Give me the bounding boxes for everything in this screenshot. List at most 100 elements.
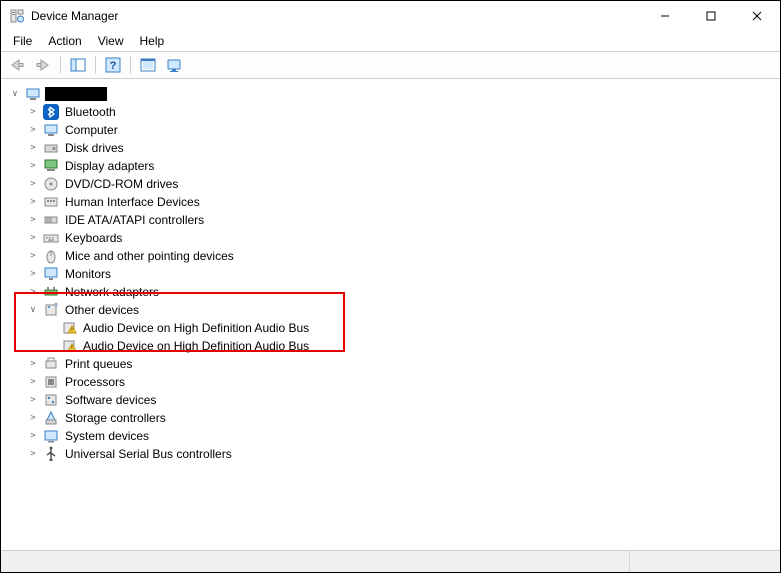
device-tree-panel: ∨ > Bluetooth > Computer > Disk drives > Displa…: [1, 79, 780, 550]
tree-root[interactable]: ∨: [9, 85, 778, 103]
menu-view[interactable]: View: [90, 32, 132, 50]
chevron-right-icon[interactable]: >: [27, 107, 39, 117]
category-label: Storage controllers: [63, 411, 166, 425]
menu-help[interactable]: Help: [132, 32, 173, 50]
tree-category[interactable]: >DVD/CD-ROM drives: [27, 175, 778, 193]
tree-category[interactable]: > System devices: [27, 427, 778, 445]
category-label: Human Interface Devices: [63, 195, 200, 209]
computer-icon: [25, 86, 41, 102]
close-button[interactable]: [734, 1, 780, 31]
category-icon: [43, 266, 59, 282]
scan-hardware-button[interactable]: [136, 54, 160, 76]
category-label: Network adapters: [63, 285, 159, 299]
category-icon: [43, 104, 59, 120]
tree-category[interactable]: ∨Other devices: [27, 301, 778, 319]
app-icon: [9, 8, 25, 24]
category-label: Bluetooth: [63, 105, 116, 119]
category-icon: [43, 428, 59, 444]
category-icon: [43, 176, 59, 192]
chevron-down-icon[interactable]: ∨: [27, 305, 39, 315]
toolbar-separator: [60, 56, 61, 74]
properties-button[interactable]: [162, 54, 186, 76]
tree-category[interactable]: > Disk drives: [27, 139, 778, 157]
tree-category[interactable]: > Monitors: [27, 265, 778, 283]
toolbar-separator: [130, 56, 131, 74]
tree-category[interactable]: > Bluetooth: [27, 103, 778, 121]
tree-category[interactable]: >Software devices: [27, 391, 778, 409]
chevron-right-icon[interactable]: >: [27, 287, 39, 297]
tree-category[interactable]: >IDE ATA/ATAPI controllers: [27, 211, 778, 229]
chevron-right-icon[interactable]: >: [27, 431, 39, 441]
category-label: Computer: [63, 123, 118, 137]
category-label: Monitors: [63, 267, 111, 281]
menu-file[interactable]: File: [5, 32, 40, 50]
chevron-right-icon[interactable]: >: [27, 143, 39, 153]
menu-action[interactable]: Action: [40, 32, 89, 50]
tree-category[interactable]: > Display adapters: [27, 157, 778, 175]
category-label: Keyboards: [63, 231, 122, 245]
chevron-right-icon[interactable]: >: [27, 125, 39, 135]
tree-category[interactable]: > Universal Serial Bus controllers: [27, 445, 778, 463]
category-label: Print queues: [63, 357, 132, 371]
tree-category[interactable]: > Human Interface Devices: [27, 193, 778, 211]
maximize-button[interactable]: [688, 1, 734, 31]
problem-device-icon: [61, 320, 77, 336]
tree-category[interactable]: > Processors: [27, 373, 778, 391]
chevron-right-icon[interactable]: >: [27, 161, 39, 171]
chevron-right-icon[interactable]: >: [27, 197, 39, 207]
device-label: Audio Device on High Definition Audio Bu…: [81, 321, 309, 335]
app-window: Device Manager File Action View Help: [0, 0, 781, 573]
category-icon: [43, 356, 59, 372]
category-icon: [43, 140, 59, 156]
status-pane: [630, 551, 780, 572]
category-label: Processors: [63, 375, 125, 389]
chevron-right-icon[interactable]: >: [27, 233, 39, 243]
category-icon: [43, 194, 59, 210]
back-button[interactable]: [5, 54, 29, 76]
chevron-right-icon[interactable]: >: [27, 269, 39, 279]
category-label: Universal Serial Bus controllers: [63, 447, 232, 461]
chevron-down-icon[interactable]: ∨: [9, 89, 21, 99]
category-label: Display adapters: [63, 159, 154, 173]
category-icon: [43, 374, 59, 390]
chevron-right-icon[interactable]: >: [27, 449, 39, 459]
category-icon: [43, 212, 59, 228]
help-button[interactable]: ?: [101, 54, 125, 76]
category-label: System devices: [63, 429, 149, 443]
toolbar: ?: [1, 51, 780, 79]
tree-device[interactable]: Audio Device on High Definition Audio Bu…: [45, 337, 778, 355]
minimize-button[interactable]: [642, 1, 688, 31]
tree-category[interactable]: > Network adapters: [27, 283, 778, 301]
category-label: Disk drives: [63, 141, 124, 155]
category-label: Mice and other pointing devices: [63, 249, 234, 263]
tree-category[interactable]: > Print queues: [27, 355, 778, 373]
window-title: Device Manager: [31, 9, 642, 23]
category-icon: [43, 302, 59, 318]
category-icon: [43, 410, 59, 426]
category-icon: [43, 122, 59, 138]
tree-device[interactable]: Audio Device on High Definition Audio Bu…: [45, 319, 778, 337]
chevron-right-icon[interactable]: >: [27, 395, 39, 405]
tree-category[interactable]: > Storage controllers: [27, 409, 778, 427]
category-icon: [43, 248, 59, 264]
category-icon: [43, 392, 59, 408]
chevron-right-icon[interactable]: >: [27, 179, 39, 189]
chevron-right-icon[interactable]: >: [27, 251, 39, 261]
chevron-right-icon[interactable]: >: [27, 359, 39, 369]
category-icon: [43, 158, 59, 174]
svg-text:?: ?: [110, 60, 117, 72]
chevron-right-icon[interactable]: >: [27, 377, 39, 387]
forward-button[interactable]: [31, 54, 55, 76]
show-hide-tree-button[interactable]: [66, 54, 90, 76]
titlebar: Device Manager: [1, 1, 780, 31]
tree-category[interactable]: > Keyboards: [27, 229, 778, 247]
chevron-right-icon[interactable]: >: [27, 215, 39, 225]
tree-category[interactable]: > Mice and other pointing devices: [27, 247, 778, 265]
computer-name-redacted: [45, 87, 107, 101]
tree-category[interactable]: > Computer: [27, 121, 778, 139]
problem-device-icon: [61, 338, 77, 354]
chevron-right-icon[interactable]: >: [27, 413, 39, 423]
menubar: File Action View Help: [1, 31, 780, 51]
device-tree: ∨ > Bluetooth > Computer > Disk drives > Displa…: [7, 85, 778, 463]
toolbar-separator: [95, 56, 96, 74]
